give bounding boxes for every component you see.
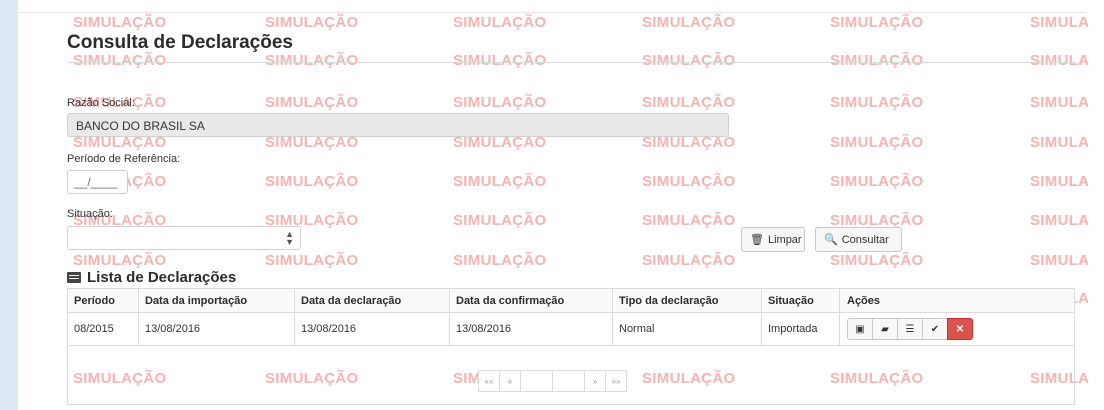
pagination: «« « » »» <box>478 370 627 392</box>
column-header[interactable]: Tipo da declaração <box>619 295 718 307</box>
cell-periodo: 08/2015 <box>74 323 114 335</box>
limpar-label: Limpar <box>767 233 802 246</box>
column-header[interactable]: Data da confirmação <box>456 295 564 307</box>
cell-data-declaracao: 13/08/2016 <box>301 323 357 335</box>
delete-button[interactable]: ✕ <box>947 318 973 340</box>
cell-data-confirmacao: 13/08/2016 <box>456 323 512 335</box>
check-icon: ✔ <box>930 323 940 335</box>
print-icon: ▰ <box>881 323 889 335</box>
details-button[interactable]: ☰ <box>897 318 923 340</box>
cell-data-importacao: 13/08/2016 <box>145 323 201 335</box>
search-icon: 🔍 <box>824 234 838 246</box>
view-button[interactable]: ▣ <box>847 318 873 340</box>
razao-social-label: Razão Social: <box>67 97 135 109</box>
last-page-button[interactable]: »» <box>605 370 627 392</box>
table-header: Período Data da importação Data da decla… <box>68 289 1074 313</box>
select-arrows-icon: ▲ ▼ <box>285 229 294 247</box>
main-content: Consulta de Declarações Razão Social: BA… <box>0 0 1104 410</box>
confirm-button[interactable]: ✔ <box>922 318 948 340</box>
title-divider <box>67 62 1075 63</box>
list-icon: ☰ <box>905 323 915 335</box>
razao-social-field: BANCO DO BRASIL SA <box>67 113 729 137</box>
list-icon <box>67 272 81 283</box>
prev-page-button[interactable]: « <box>499 370 521 392</box>
row-actions: ▣ ▰ ☰ ✔ ✕ <box>847 318 973 340</box>
list-title: Lista de Declarações <box>67 269 236 286</box>
periodo-label: Período de Referência: <box>67 153 181 165</box>
table-row: 08/2015 13/08/2016 13/08/2016 13/08/2016… <box>68 313 1074 346</box>
page-slot[interactable] <box>520 370 553 392</box>
consultar-label: Consultar <box>841 233 889 246</box>
page-title: Consulta de Declarações <box>67 32 293 53</box>
trash-icon: 🗑 <box>750 234 764 246</box>
list-title-text: Lista de Declarações <box>87 269 237 286</box>
view-icon: ▣ <box>855 323 865 335</box>
page-slot[interactable] <box>552 370 585 392</box>
cell-tipo: Normal <box>619 323 655 335</box>
situacao-select[interactable]: ▲ ▼ <box>67 226 301 250</box>
column-header[interactable]: Período <box>74 295 115 307</box>
column-header[interactable]: Data da importação <box>145 295 247 307</box>
situacao-label: Situação: <box>67 208 113 220</box>
declarations-table: Período Data da importação Data da decla… <box>67 288 1075 405</box>
cell-situacao: Importada <box>768 323 818 335</box>
limpar-button[interactable]: 🗑 Limpar <box>741 227 805 252</box>
close-icon: ✕ <box>955 323 965 335</box>
first-page-button[interactable]: «« <box>478 370 500 392</box>
column-header[interactable]: Situação <box>768 295 814 307</box>
column-header: Ações <box>847 295 881 307</box>
print-button[interactable]: ▰ <box>872 318 898 340</box>
next-page-button[interactable]: » <box>584 370 606 392</box>
periodo-input[interactable]: __/____ <box>67 170 128 194</box>
consultar-button[interactable]: 🔍 Consultar <box>815 227 902 252</box>
column-header[interactable]: Data da declaração <box>301 295 401 307</box>
